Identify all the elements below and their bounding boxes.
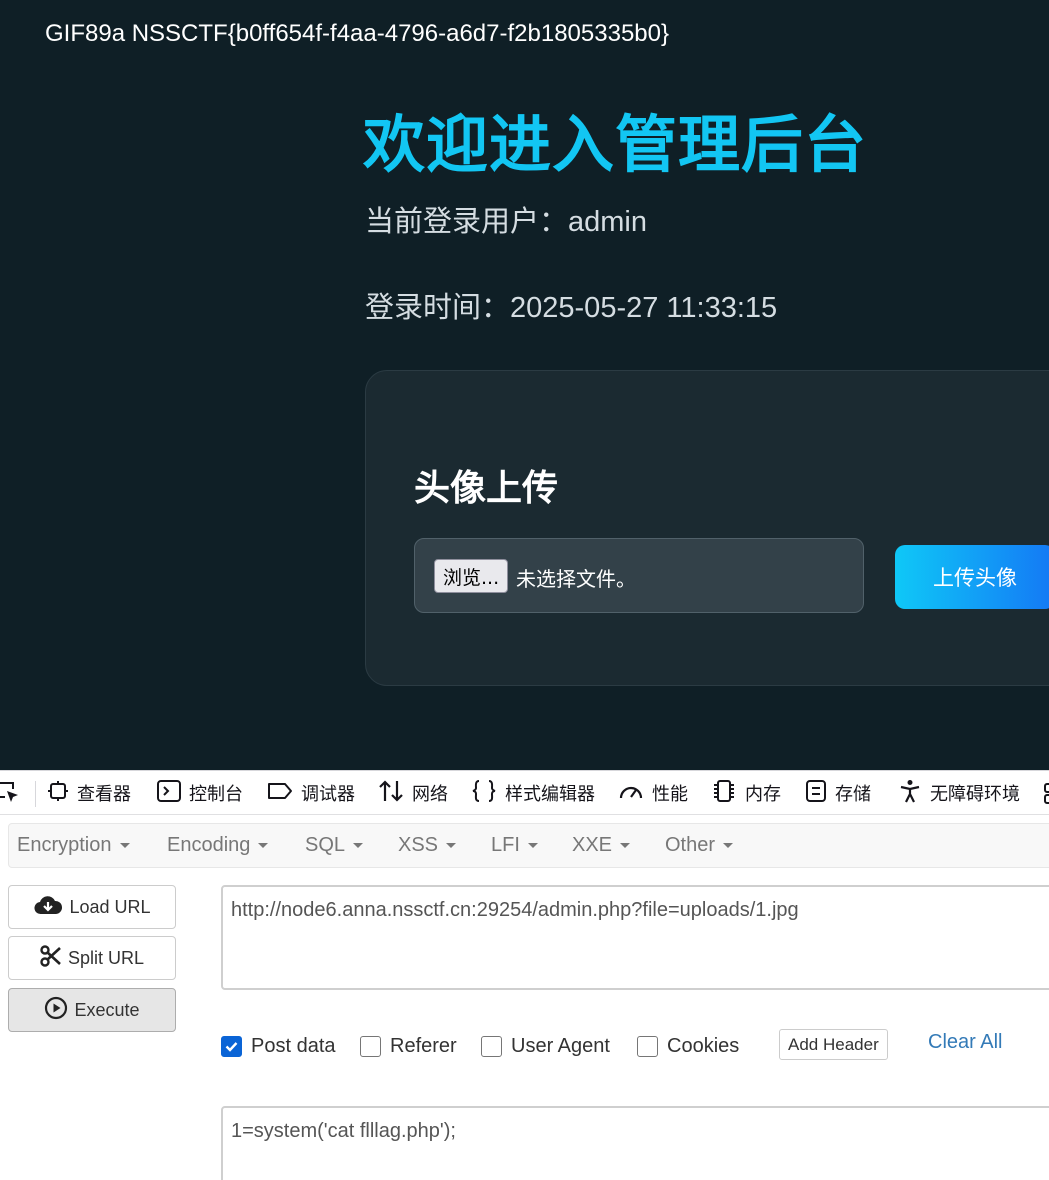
menu-label: Encoding xyxy=(167,834,251,856)
overflow-tab-icon[interactable] xyxy=(1044,771,1049,815)
avatar-upload-card: 头像上传 浏览... 未选择文件。 上传头像 xyxy=(365,370,1049,686)
tab-debugger[interactable]: 调试器 xyxy=(267,771,355,815)
post-data-checkbox[interactable]: Post data xyxy=(221,1032,336,1060)
tab-label: 控制台 xyxy=(189,784,243,805)
tab-style-editor[interactable]: 样式编辑器 xyxy=(471,771,595,815)
web-page: GIF89a NSSCTF{b0ff654f-f4aa-4796-a6d7-f2… xyxy=(0,0,1049,770)
checkbox-icon xyxy=(481,1035,502,1057)
menu-lfi[interactable]: LFI xyxy=(491,824,538,867)
browse-button[interactable]: 浏览... xyxy=(434,559,509,593)
devtools-toolbar: 查看器 控制台 调试器 网络 样式编辑器 性能 内存 存储 无障碍环境 xyxy=(0,770,1049,815)
debugger-icon xyxy=(267,781,293,806)
caret-down-icon xyxy=(620,843,631,848)
menu-label: XSS xyxy=(398,834,439,856)
tab-network[interactable]: 网络 xyxy=(378,771,448,815)
tab-label: 网络 xyxy=(412,784,448,805)
menu-label: SQL xyxy=(305,834,346,856)
user-agent-checkbox[interactable]: User Agent xyxy=(481,1032,610,1060)
option-label: Post data xyxy=(251,1034,336,1057)
tab-console[interactable]: 控制台 xyxy=(157,771,243,815)
memory-icon xyxy=(711,779,737,808)
time-label: 登录时间： xyxy=(365,290,511,324)
tab-label: 调试器 xyxy=(301,784,355,805)
performance-icon xyxy=(618,780,644,807)
split-url-label: Split URL xyxy=(67,947,145,968)
add-header-button[interactable]: Add Header xyxy=(779,1029,888,1060)
split-url-button[interactable]: Split URL xyxy=(8,936,176,980)
checkbox-icon xyxy=(637,1035,658,1057)
menu-label: Other xyxy=(665,834,716,856)
menu-label: XXE xyxy=(572,834,613,856)
tab-accessibility[interactable]: 无障碍环境 xyxy=(898,771,1020,815)
menu-encoding[interactable]: Encoding xyxy=(167,824,269,867)
accessibility-icon xyxy=(898,779,922,808)
upload-avatar-button[interactable]: 上传头像 xyxy=(895,545,1049,609)
file-status: 未选择文件。 xyxy=(516,567,636,591)
load-url-label: Load URL xyxy=(69,896,151,917)
toolbar-divider xyxy=(35,781,36,807)
checkbox-checked-icon xyxy=(221,1035,242,1057)
url-textarea[interactable]: http://node6.anna.nssctf.cn:29254/admin.… xyxy=(221,885,1049,990)
tab-label: 存储 xyxy=(835,784,871,805)
menu-label: LFI xyxy=(491,834,520,856)
tab-inspector[interactable]: 查看器 xyxy=(47,771,131,815)
tab-label: 内存 xyxy=(745,784,781,805)
caret-down-icon xyxy=(353,843,364,848)
inspector-icon xyxy=(47,780,69,807)
caret-down-icon xyxy=(119,843,130,848)
user-value: admin xyxy=(568,206,648,238)
hackbar-menu: Encryption Encoding SQL XSS LFI XXE Othe… xyxy=(8,823,1049,868)
tab-label: 样式编辑器 xyxy=(505,784,595,805)
network-icon xyxy=(378,779,404,808)
page-title: 欢迎进入管理后台 xyxy=(363,108,868,181)
menu-xss[interactable]: XSS xyxy=(398,824,457,867)
time-value: 2025-05-27 11:33:15 xyxy=(510,292,778,324)
caret-down-icon xyxy=(527,843,538,848)
style-editor-icon xyxy=(471,779,497,808)
tab-label: 无障碍环境 xyxy=(930,784,1020,805)
login-time-line: 登录时间：2025-05-27 11:33:15 xyxy=(365,284,777,326)
menu-label: Encryption xyxy=(17,834,112,856)
tab-storage[interactable]: 存储 xyxy=(805,771,871,815)
storage-icon xyxy=(805,779,827,808)
cookies-checkbox[interactable]: Cookies xyxy=(637,1032,739,1060)
tab-label: 性能 xyxy=(652,784,688,805)
clear-all-link[interactable]: Clear All xyxy=(928,1031,1002,1054)
option-label: User Agent xyxy=(511,1034,610,1057)
user-label: 当前登录用户： xyxy=(365,204,569,238)
execute-button[interactable]: Execute xyxy=(8,988,176,1032)
element-picker-icon[interactable] xyxy=(0,780,22,810)
menu-xxe[interactable]: XXE xyxy=(572,824,631,867)
post-data-textarea[interactable]: 1=system('cat flllag.php'); xyxy=(221,1106,1049,1180)
caret-down-icon xyxy=(258,843,269,848)
play-circle-icon xyxy=(44,996,68,1025)
checkbox-icon xyxy=(360,1035,381,1057)
current-user-line: 当前登录用户：admin xyxy=(365,198,647,240)
menu-sql[interactable]: SQL xyxy=(305,824,364,867)
option-label: Cookies xyxy=(667,1034,740,1057)
tab-label: 查看器 xyxy=(77,784,131,805)
cloud-download-icon xyxy=(33,894,63,921)
tab-memory[interactable]: 内存 xyxy=(711,771,781,815)
execute-label: Execute xyxy=(74,999,140,1020)
option-label: Referer xyxy=(390,1034,457,1057)
caret-down-icon xyxy=(723,843,734,848)
menu-other[interactable]: Other xyxy=(665,824,734,867)
gif-flag-text: GIF89a NSSCTF{b0ff654f-f4aa-4796-a6d7-f2… xyxy=(45,20,669,47)
hackbar-panel: Encryption Encoding SQL XSS LFI XXE Othe… xyxy=(0,815,1049,1180)
scissors-icon xyxy=(40,944,62,972)
tab-performance[interactable]: 性能 xyxy=(618,771,688,815)
menu-encryption[interactable]: Encryption xyxy=(17,824,130,867)
file-input[interactable]: 浏览... 未选择文件。 xyxy=(414,538,864,613)
caret-down-icon xyxy=(446,843,457,848)
console-icon xyxy=(157,779,181,807)
upload-title: 头像上传 xyxy=(414,468,559,509)
load-url-button[interactable]: Load URL xyxy=(8,885,176,929)
referer-checkbox[interactable]: Referer xyxy=(360,1032,457,1060)
